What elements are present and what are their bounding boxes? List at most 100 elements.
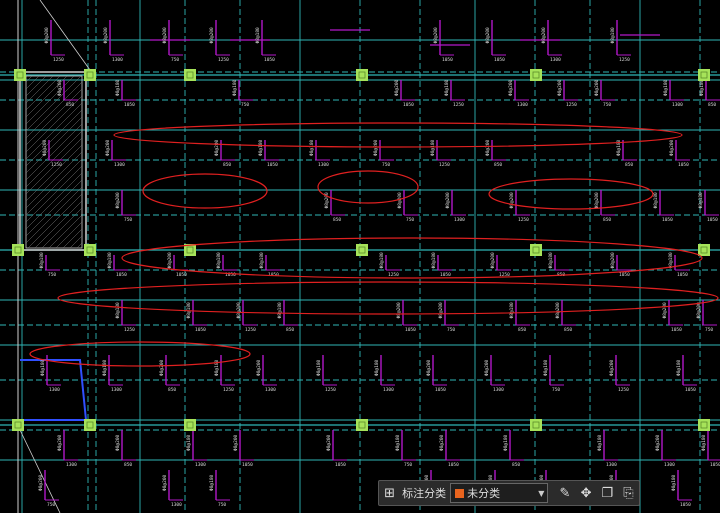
- svg-text:1050: 1050: [124, 102, 135, 108]
- svg-text:750: 750: [171, 57, 179, 63]
- svg-text:Φ8@180: Φ8@180: [676, 359, 682, 376]
- svg-text:750: 750: [603, 102, 611, 108]
- svg-text:Φ8@200: Φ8@200: [38, 474, 44, 491]
- svg-text:1300: 1300: [195, 462, 206, 468]
- svg-text:Φ8@200: Φ8@200: [509, 192, 515, 209]
- svg-text:Φ8@180: Φ8@180: [277, 302, 283, 319]
- svg-text:1050: 1050: [662, 217, 673, 223]
- svg-text:Φ8@180: Φ8@180: [444, 79, 450, 96]
- svg-text:1300: 1300: [114, 162, 125, 168]
- svg-text:1050: 1050: [440, 272, 451, 278]
- svg-text:1250: 1250: [439, 162, 450, 168]
- svg-text:850: 850: [168, 387, 176, 393]
- svg-text:1050: 1050: [405, 327, 416, 333]
- svg-text:Φ8@180: Φ8@180: [259, 252, 265, 269]
- paste-icon[interactable]: ⎘: [618, 481, 639, 505]
- svg-text:Φ8@200: Φ8@200: [610, 252, 616, 269]
- svg-text:750: 750: [447, 327, 455, 333]
- svg-text:850: 850: [494, 162, 502, 168]
- svg-text:1250: 1250: [53, 57, 64, 63]
- svg-text:Φ8@200: Φ8@200: [326, 434, 332, 451]
- cad-drawing-canvas[interactable]: Φ8@2001250Φ8@2001300Φ8@200750Φ8@2001250Φ…: [0, 0, 720, 513]
- svg-text:Φ8@200: Φ8@200: [162, 27, 168, 44]
- svg-text:Φ8@200: Φ8@200: [57, 79, 63, 96]
- category-color-swatch: [455, 488, 465, 498]
- svg-text:Φ8@180: Φ8@180: [209, 474, 215, 491]
- svg-text:Φ8@180: Φ8@180: [699, 79, 705, 96]
- svg-text:Φ8@200: Φ8@200: [541, 27, 547, 44]
- svg-text:1300: 1300: [672, 102, 683, 108]
- svg-text:850: 850: [512, 462, 520, 468]
- svg-text:1050: 1050: [403, 102, 414, 108]
- svg-text:Φ8@200: Φ8@200: [42, 139, 48, 156]
- svg-text:Φ8@200: Φ8@200: [557, 79, 563, 96]
- four-squares-icon[interactable]: ⊞: [379, 481, 400, 505]
- svg-text:1250: 1250: [245, 327, 256, 333]
- svg-text:Φ8@200: Φ8@200: [484, 359, 490, 376]
- svg-text:Φ8@200: Φ8@200: [594, 79, 600, 96]
- svg-text:Φ8@180: Φ8@180: [115, 302, 121, 319]
- svg-text:Φ8@180: Φ8@180: [698, 192, 704, 209]
- svg-text:1050: 1050: [435, 387, 446, 393]
- svg-text:1300: 1300: [493, 387, 504, 393]
- svg-text:Φ8@200: Φ8@200: [167, 252, 173, 269]
- svg-text:1300: 1300: [606, 462, 617, 468]
- svg-text:850: 850: [66, 102, 74, 108]
- svg-text:Φ8@200: Φ8@200: [396, 302, 402, 319]
- svg-text:Φ8@200: Φ8@200: [394, 79, 400, 96]
- category-select[interactable]: 未分类 ▼: [450, 483, 549, 503]
- svg-text:1300: 1300: [49, 387, 60, 393]
- svg-text:Φ8@200: Φ8@200: [490, 252, 496, 269]
- svg-text:Φ8@180: Φ8@180: [40, 359, 46, 376]
- svg-text:1050: 1050: [242, 462, 253, 468]
- svg-text:Φ8@200: Φ8@200: [438, 302, 444, 319]
- svg-text:Φ8@200: Φ8@200: [594, 192, 600, 209]
- svg-text:850: 850: [518, 327, 526, 333]
- svg-text:Φ8@200: Φ8@200: [655, 434, 661, 451]
- svg-text:Φ8@200: Φ8@200: [696, 302, 702, 319]
- svg-text:Φ8@180: Φ8@180: [610, 27, 616, 44]
- svg-text:750: 750: [47, 502, 55, 508]
- svg-text:750: 750: [404, 462, 412, 468]
- category-select-value: 未分类: [467, 487, 501, 500]
- svg-text:1050: 1050: [677, 272, 688, 278]
- svg-text:1250: 1250: [618, 387, 629, 393]
- svg-text:Φ8@200: Φ8@200: [662, 302, 668, 319]
- svg-text:Φ8@200: Φ8@200: [555, 302, 561, 319]
- svg-text:Φ8@180: Φ8@180: [258, 139, 264, 156]
- svg-text:Φ8@180: Φ8@180: [102, 359, 108, 376]
- svg-text:850: 850: [625, 162, 633, 168]
- svg-text:Φ8@200: Φ8@200: [609, 359, 615, 376]
- svg-text:Φ8@200: Φ8@200: [103, 27, 109, 44]
- svg-text:750: 750: [382, 162, 390, 168]
- svg-text:Φ8@180: Φ8@180: [548, 252, 554, 269]
- svg-text:1300: 1300: [550, 57, 561, 63]
- svg-text:750: 750: [406, 217, 414, 223]
- svg-text:Φ8@200: Φ8@200: [159, 359, 165, 376]
- annotation-toolbar: ⊞ 标注分类 未分类 ▼ ✎ ✥ ❐ ⎘: [378, 480, 640, 506]
- svg-text:Φ8@180: Φ8@180: [668, 252, 674, 269]
- svg-text:1300: 1300: [171, 502, 182, 508]
- svg-text:Φ8@200: Φ8@200: [236, 302, 242, 319]
- svg-text:750: 750: [218, 502, 226, 508]
- svg-text:1300: 1300: [383, 387, 394, 393]
- svg-text:1300: 1300: [111, 387, 122, 393]
- svg-text:Φ8@200: Φ8@200: [439, 434, 445, 451]
- svg-text:1300: 1300: [265, 387, 276, 393]
- edit-icon[interactable]: ✎: [554, 481, 575, 505]
- svg-text:1050: 1050: [707, 217, 718, 223]
- svg-text:Φ8@180: Φ8@180: [701, 434, 707, 451]
- move-icon[interactable]: ✥: [576, 481, 597, 505]
- svg-text:1050: 1050: [116, 272, 127, 278]
- svg-text:1050: 1050: [267, 162, 278, 168]
- svg-text:1300: 1300: [112, 57, 123, 63]
- svg-text:Φ8@180: Φ8@180: [186, 434, 192, 451]
- svg-text:1250: 1250: [518, 217, 529, 223]
- svg-text:Φ8@180: Φ8@180: [543, 359, 549, 376]
- svg-text:850: 850: [333, 217, 341, 223]
- copy-icon[interactable]: ❐: [597, 481, 618, 505]
- svg-text:Φ8@180: Φ8@180: [430, 139, 436, 156]
- svg-text:Φ8@180: Φ8@180: [255, 27, 261, 44]
- svg-text:1300: 1300: [517, 102, 528, 108]
- svg-text:1250: 1250: [218, 57, 229, 63]
